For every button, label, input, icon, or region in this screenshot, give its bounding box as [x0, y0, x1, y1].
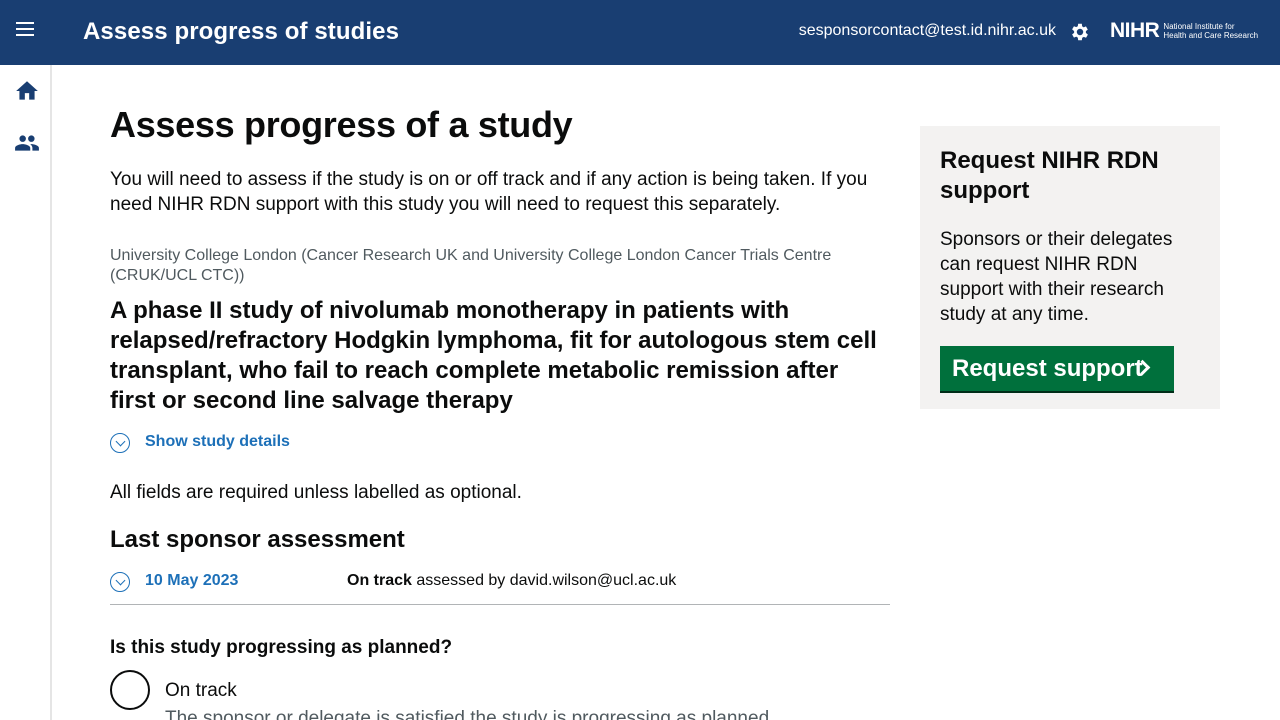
nihr-logo: NIHR National Institute for Health and C… — [1110, 19, 1258, 43]
assessment-status-value: On track — [347, 572, 412, 589]
assessed-by-text: assessed by david.wilson@ucl.ac.uk — [411, 572, 677, 589]
chevron-down-icon[interactable] — [110, 572, 130, 592]
gear-icon[interactable] — [1069, 21, 1091, 43]
menu-icon[interactable] — [16, 22, 38, 42]
request-support-button-label: Request support — [952, 354, 1143, 382]
organisation-name: University College London (Cancer Resear… — [110, 247, 832, 284]
progress-question: Is this study progressing as planned? — [110, 637, 453, 658]
last-assessment-heading: Last sponsor assessment — [110, 526, 405, 553]
on-track-label[interactable]: On track — [165, 680, 237, 702]
request-support-panel: Request NIHR RDN support Sponsors or the… — [920, 126, 1220, 409]
page-title: Assess progress of a study — [110, 104, 573, 145]
app-title: Assess progress of studies — [83, 18, 400, 45]
request-support-button[interactable]: Request support — [940, 346, 1174, 391]
on-track-radio[interactable] — [110, 670, 150, 710]
request-support-body: Sponsors or their delegates can request … — [940, 229, 1173, 325]
on-track-hint: The sponsor or delegate is satisfied the… — [165, 708, 775, 720]
logo-mark: NIHR — [1110, 19, 1160, 42]
logo-text: National Institute for Health and Care R… — [1163, 22, 1258, 40]
home-icon[interactable] — [14, 78, 40, 104]
last-assessment-row: 10 May 2023 On track assessed by david.w… — [110, 568, 890, 605]
user-email: sesponsorcontact@test.id.nihr.ac.uk — [798, 22, 1056, 39]
study-title: A phase II study of nivolumab monotherap… — [110, 297, 877, 414]
assessment-status: On track assessed by david.wilson@ucl.ac… — [347, 572, 676, 590]
required-fields-note: All fields are required unless labelled … — [110, 482, 522, 503]
sidebar — [0, 65, 52, 720]
logo-line-1: National Institute for — [1163, 22, 1235, 31]
assessment-date-link[interactable]: 10 May 2023 — [145, 572, 238, 590]
intro-text: You will need to assess if the study is … — [110, 169, 868, 215]
people-icon[interactable] — [14, 130, 40, 156]
chevron-down-icon[interactable] — [110, 433, 130, 453]
show-study-details-link[interactable]: Show study details — [145, 433, 290, 451]
request-support-heading: Request NIHR RDN support — [940, 147, 1159, 204]
logo-line-2: Health and Care Research — [1163, 31, 1259, 40]
top-header: Assess progress of studies sesponsorcont… — [0, 0, 1280, 65]
